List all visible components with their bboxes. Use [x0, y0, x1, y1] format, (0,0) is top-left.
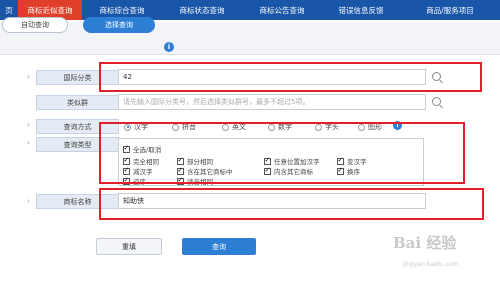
top-nav: 页 商标近似查询 商标综合查询 商标状态查询 商标公告查询 错误信息反馈 商品/… — [0, 0, 500, 20]
checkbox-contains[interactable]: 内含其它商标 — [264, 166, 313, 176]
radio-checked-icon — [124, 123, 131, 131]
intl-class-label: 国际分类 — [36, 70, 119, 85]
select-query-button[interactable]: 选择查询 — [83, 17, 155, 33]
radio-pinyin[interactable]: 拼音 — [172, 122, 196, 132]
checkbox-contained-in[interactable]: 含在其它商标中 — [177, 166, 233, 176]
checkbox-same-pronunciation[interactable]: 读音相同 — [177, 176, 213, 186]
search-icon[interactable] — [432, 72, 441, 81]
radio-icon — [222, 123, 229, 131]
group-input[interactable]: 请先输入国际分类号，然后选择类似群号，最多不超过5项。 — [118, 94, 426, 110]
tab-announcement-query[interactable]: 商标公告查询 — [242, 0, 322, 20]
tab-error-feedback[interactable]: 错误信息反馈 — [322, 0, 400, 20]
baidu-watermark: Bai 经验 jingyan.baidu.com — [385, 228, 495, 278]
query-type-panel: 全选/取消 完全相同 部分相同 任意位置加汉字 变汉字 减汉字 含在其它商标中 … — [118, 138, 424, 186]
watermark-url: jingyan.baidu.com — [403, 261, 459, 268]
query-type-label: 查询类型 — [36, 137, 119, 152]
query-mode-bar — [0, 22, 500, 55]
checkbox-checked-icon — [123, 156, 130, 165]
trademark-name-label: 商标名称 — [36, 194, 119, 209]
radio-hanzi[interactable]: 汉字 — [124, 122, 148, 132]
checkbox-reverse[interactable]: 逆序 — [123, 176, 146, 186]
trademark-name-input[interactable]: 知助侠 — [118, 193, 426, 209]
query-method-label: 查询方式 — [36, 119, 119, 134]
checkbox-checked-icon — [177, 176, 184, 185]
checkbox-checked-icon — [264, 156, 271, 165]
chevron-right-icon: › — [27, 197, 30, 205]
radio-graphic[interactable]: 图形 — [358, 122, 382, 132]
info-icon[interactable]: i — [393, 121, 402, 130]
checkbox-checked-icon — [177, 166, 184, 175]
checkbox-checked-icon — [337, 166, 344, 175]
checkbox-select-all[interactable]: 全选/取消 — [123, 144, 161, 154]
intl-class-input[interactable]: 42 — [118, 69, 426, 85]
query-button[interactable]: 查询 — [182, 238, 256, 255]
checkbox-checked-icon — [264, 166, 271, 175]
radio-icon — [358, 123, 365, 131]
radio-number[interactable]: 数字 — [268, 122, 292, 132]
group-label: 类似群 — [36, 95, 119, 110]
checkbox-add-hanzi[interactable]: 任意位置加汉字 — [264, 156, 320, 166]
tab-goods-services[interactable]: 商品/服务项目 — [400, 0, 500, 20]
checkbox-exact[interactable]: 完全相同 — [123, 156, 159, 166]
chevron-right-icon: › — [27, 139, 30, 147]
checkbox-change-hanzi[interactable]: 变汉字 — [337, 156, 367, 166]
checkbox-partial[interactable]: 部分相同 — [177, 156, 213, 166]
checkbox-checked-icon — [123, 166, 130, 175]
info-icon[interactable]: i — [164, 42, 174, 52]
tab-status-query[interactable]: 商标状态查询 — [162, 0, 242, 20]
search-icon[interactable] — [432, 97, 441, 106]
chevron-right-icon: › — [27, 121, 30, 129]
checkbox-checked-icon — [177, 156, 184, 165]
radio-initial[interactable]: 字头 — [315, 122, 339, 132]
reset-button[interactable]: 重填 — [96, 238, 162, 255]
radio-icon — [268, 123, 275, 131]
checkbox-checked-icon — [123, 176, 130, 185]
auto-query-button[interactable]: 自动查询 — [2, 17, 68, 33]
checkbox-remove-hanzi[interactable]: 减汉字 — [123, 166, 153, 176]
checkbox-checked-icon — [123, 144, 130, 153]
radio-icon — [172, 123, 179, 131]
watermark-text: Bai 经验 — [393, 234, 457, 252]
chevron-right-icon: › — [27, 73, 30, 81]
checkbox-swap[interactable]: 换序 — [337, 166, 360, 176]
radio-icon — [315, 123, 322, 131]
radio-english[interactable]: 英文 — [222, 122, 246, 132]
checkbox-checked-icon — [337, 156, 344, 165]
